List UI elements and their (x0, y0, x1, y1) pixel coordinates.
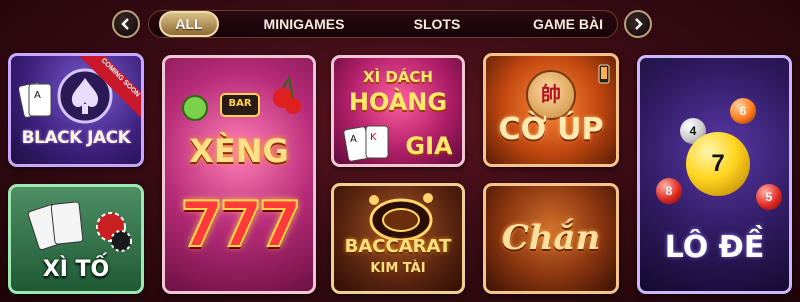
lottery-ball-big: 7 (686, 132, 750, 196)
bar-badge: BAR (228, 98, 252, 109)
game-card-xi-to[interactable]: XÌ TỐ (8, 184, 144, 294)
category-tabs: ALL MINIGAMES SLOTS GAME BÀI (148, 10, 618, 38)
roulette-wheel-icon (369, 193, 433, 240)
game-title-line2: HOÀNG (348, 88, 448, 116)
category-bar: ALL MINIGAMES SLOTS GAME BÀI (112, 8, 652, 42)
game-card-blackjack[interactable]: A COMING SOON BLACK JACK (8, 53, 144, 167)
game-title: LÔ ĐỀ (664, 230, 765, 265)
game-title: XÌ TỐ (42, 257, 110, 282)
lottery-ball: 8 (656, 178, 682, 204)
tab-all[interactable]: ALL (159, 11, 219, 37)
game-title-line1: BACCARAT (344, 236, 452, 257)
tab-minigames[interactable]: MINIGAMES (249, 11, 359, 37)
game-title-line3: GIA (405, 132, 453, 160)
game-title-line1: XÌ DÁCH (363, 68, 433, 86)
playing-cards-icon: A (19, 82, 52, 118)
cards-hand-icon (27, 201, 132, 252)
game-card-chan[interactable]: Chắn (483, 183, 619, 294)
playing-cards-icon: A K (343, 125, 389, 162)
lottery-ball: 6 (730, 98, 756, 124)
game-title: CỜ ÚP (498, 112, 604, 147)
slot-number: 777 (179, 187, 302, 262)
chevron-left-icon (121, 18, 129, 30)
lottery-ball: 5 (756, 184, 782, 210)
game-card-co-up[interactable]: 帥 CỜ ÚP (483, 53, 619, 167)
chevron-right-icon (635, 18, 643, 30)
prev-category-button[interactable] (112, 10, 140, 38)
game-card-xi-dach-hoang-gia[interactable]: XÌ DÁCH HOÀNG A K GIA (331, 55, 465, 167)
game-card-baccarat-kim-tai[interactable]: BACCARAT KIM TÀI (331, 183, 465, 294)
svg-text:K: K (370, 132, 377, 143)
game-title: BLACK JACK (21, 128, 131, 148)
game-title: XÈNG (189, 132, 289, 170)
next-category-button[interactable] (624, 10, 652, 38)
game-card-xeng[interactable]: BAR XÈNG 777 (162, 55, 316, 294)
svg-text:A: A (350, 134, 357, 145)
game-card-lo-de[interactable]: 6 4 8 5 7 LÔ ĐỀ (637, 55, 792, 294)
tab-game-bai[interactable]: GAME BÀI (521, 11, 615, 37)
game-title-line2: KIM TÀI (370, 261, 426, 276)
game-title: Chắn (501, 218, 601, 258)
phone-icon (598, 64, 610, 84)
svg-text:A: A (34, 90, 41, 101)
tab-slots[interactable]: SLOTS (397, 11, 477, 37)
